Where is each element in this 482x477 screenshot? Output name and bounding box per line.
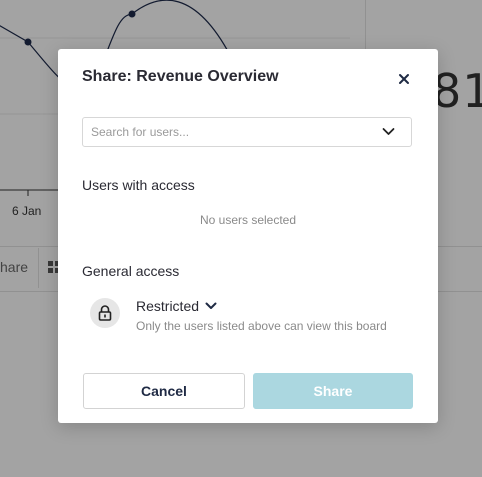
cancel-button[interactable]: Cancel: [83, 373, 245, 409]
share-button[interactable]: Share: [253, 373, 413, 409]
general-access-heading: General access: [82, 263, 180, 279]
chevron-down-icon: [205, 302, 217, 309]
chevron-down-icon[interactable]: [382, 127, 395, 137]
close-icon[interactable]: [395, 70, 413, 88]
user-search-field[interactable]: [82, 117, 412, 147]
empty-users-message: No users selected: [199, 213, 297, 227]
access-level-label: Restricted: [136, 298, 200, 314]
access-description: Only the users listed above can view thi…: [136, 319, 387, 333]
share-dialog: Share: Revenue Overview Users with acces…: [58, 49, 438, 423]
lock-icon: [98, 305, 112, 321]
access-icon-badge: [90, 298, 120, 328]
access-level-dropdown[interactable]: Restricted: [136, 298, 217, 314]
dialog-title: Share: Revenue Overview: [82, 68, 279, 85]
search-input[interactable]: [91, 124, 371, 140]
users-with-access-heading: Users with access: [82, 177, 195, 193]
